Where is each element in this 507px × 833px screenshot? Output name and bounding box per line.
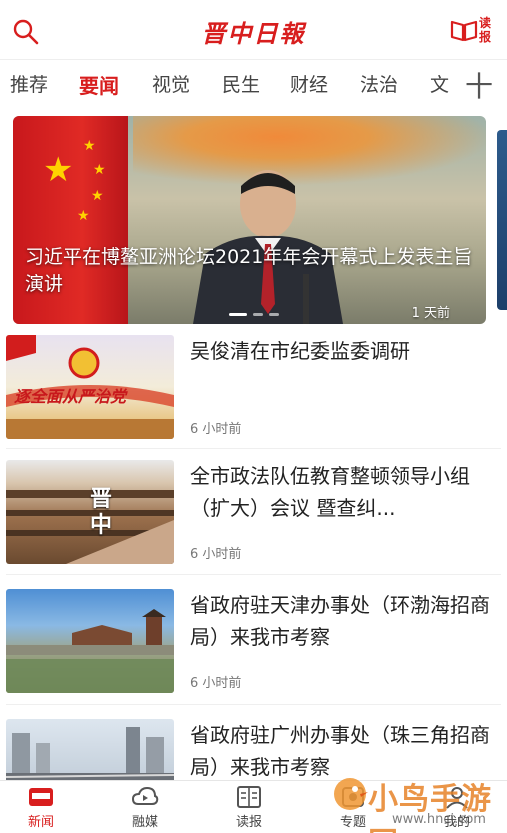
channel-tabs: 推荐 要闻 视觉 民生 财经 法治 文 十 xyxy=(0,60,507,104)
app-logo: 晋中日報 xyxy=(201,19,306,48)
news-item[interactable]: 省政府驻天津办事处（环渤海招商局）来我市考察 6 小时前 xyxy=(0,584,507,712)
thumb-slogan: 逐全面从严治党 xyxy=(14,387,127,406)
carousel-dot xyxy=(269,313,279,316)
news-thumbnail: 逐全面从严治党 xyxy=(6,335,174,439)
news-thumbnail xyxy=(6,589,174,693)
topic-icon xyxy=(342,787,364,807)
thumb-slogan: 晋中 xyxy=(90,486,113,538)
divider xyxy=(6,574,501,575)
flag-star-icon: ★ xyxy=(91,188,104,204)
news-title: 省政府驻广州办事处（珠三角招商局）来我市考察 xyxy=(190,723,490,779)
news-time: 6 小时前 xyxy=(190,422,242,437)
banner-time: 1 天前 xyxy=(411,306,450,321)
nav-newspaper-label: 读报 xyxy=(235,815,262,830)
nav-news-label: 新闻 xyxy=(27,815,54,830)
news-title: 全市政法队伍教育整顿领导小组（扩大）会议 暨查纠... xyxy=(190,464,470,520)
carousel-dot-active xyxy=(229,313,247,316)
nav-media-label: 融媒 xyxy=(131,815,158,830)
nav-media[interactable]: 融媒 xyxy=(110,785,180,830)
nav-newspaper[interactable]: 读报 xyxy=(214,785,284,830)
news-thumbnail: 晋中 xyxy=(6,460,174,564)
bottom-nav: 新闻 融媒 读报 专题 我的 xyxy=(0,780,507,833)
newspaper-icon xyxy=(237,786,261,808)
tab-livelihood[interactable]: 民生 xyxy=(222,70,260,97)
profile-icon xyxy=(446,787,468,809)
divider xyxy=(6,448,501,449)
tab-recommend[interactable]: 推荐 xyxy=(10,70,48,97)
nav-topic-label: 专题 xyxy=(339,815,366,830)
read-paper-label: 读报 xyxy=(479,16,492,44)
nav-news[interactable]: 新闻 xyxy=(6,785,76,830)
news-time: 6 小时前 xyxy=(190,676,242,691)
book-icon xyxy=(450,20,478,42)
banner-caption: 习近平在博鳌亚洲论坛2021年年会开幕式上发表主旨演讲 xyxy=(25,246,473,295)
nav-topic[interactable]: 专题 xyxy=(318,785,388,830)
top-banner[interactable]: ★ ★ ★ ★ ★ 习近平在博鳌亚洲论坛2021年年会开幕式上发表主旨演讲 1 … xyxy=(13,116,486,324)
next-banner-peek[interactable] xyxy=(497,130,507,310)
media-icon xyxy=(131,786,159,805)
news-time: 6 小时前 xyxy=(190,547,242,562)
top-header: 晋中日報 读报 xyxy=(0,0,507,60)
tab-law[interactable]: 法治 xyxy=(360,70,398,97)
app-screen: 晋中日報 读报 推荐 要闻 视觉 民生 财经 法治 文 十 ★ ★ ★ ★ ★ xyxy=(0,0,507,833)
tab-finance[interactable]: 财经 xyxy=(290,70,328,97)
nav-profile[interactable]: 我的 xyxy=(422,785,492,830)
news-item[interactable]: 晋中 全市政法队伍教育整顿领导小组（扩大）会议 暨查纠... 6 小时前 xyxy=(0,455,507,583)
flag-star-icon: ★ xyxy=(43,150,74,190)
news-item[interactable]: 逐全面从严治党 吴俊清在市纪委监委调研 6 小时前 xyxy=(0,330,507,458)
news-icon xyxy=(29,788,53,806)
add-tab-icon[interactable]: 十 xyxy=(465,65,493,105)
nav-profile-label: 我的 xyxy=(443,815,470,830)
flag-star-icon: ★ xyxy=(83,138,96,154)
news-title: 吴俊清在市纪委监委调研 xyxy=(190,339,410,363)
divider xyxy=(6,704,501,705)
tab-visual[interactable]: 视觉 xyxy=(152,70,190,97)
news-title: 省政府驻天津办事处（环渤海招商局）来我市考察 xyxy=(190,593,490,649)
flag-star-icon: ★ xyxy=(93,162,106,178)
flag-star-icon: ★ xyxy=(77,208,90,224)
read-paper-button[interactable]: 读报 xyxy=(449,16,495,46)
tab-culture[interactable]: 文 xyxy=(430,70,449,97)
carousel-dot xyxy=(253,313,263,316)
tab-headlines[interactable]: 要闻 xyxy=(79,70,119,99)
